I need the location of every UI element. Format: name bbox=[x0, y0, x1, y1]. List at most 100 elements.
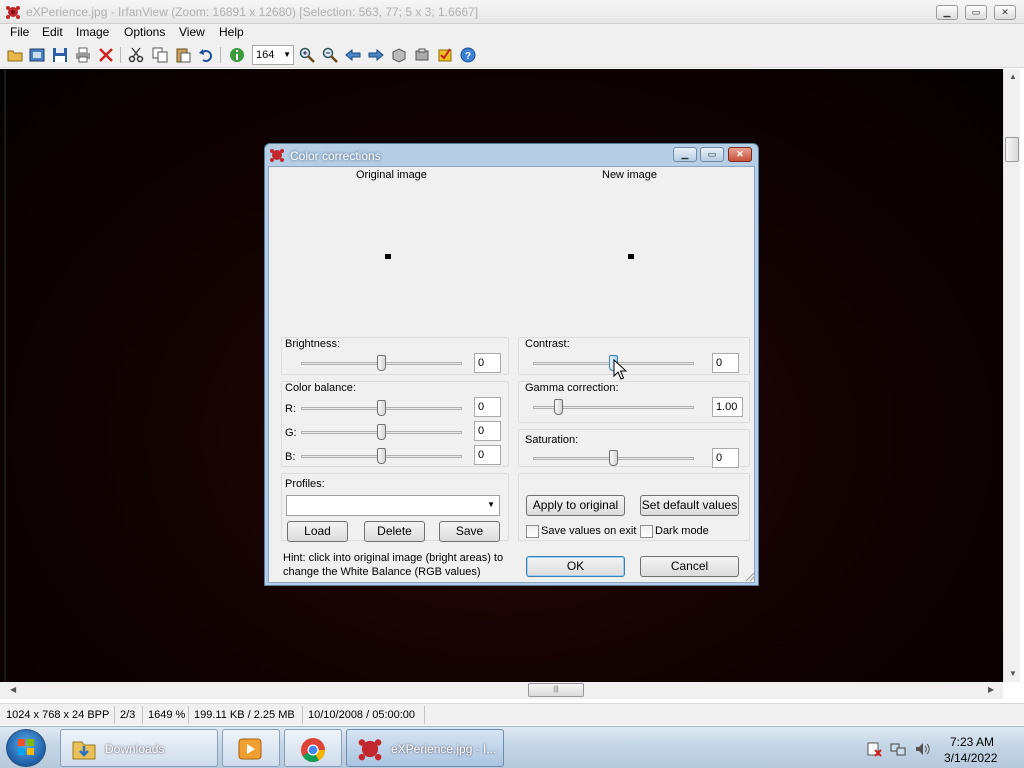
previous-icon[interactable] bbox=[343, 45, 363, 65]
paint-icon[interactable] bbox=[435, 45, 455, 65]
copy-icon[interactable] bbox=[150, 45, 170, 65]
set-default-values-button[interactable]: Set default values bbox=[640, 495, 739, 516]
taskbar-item-chrome[interactable] bbox=[284, 729, 342, 767]
red-slider-thumb[interactable] bbox=[377, 400, 386, 416]
green-label: G: bbox=[285, 427, 297, 439]
red-value[interactable]: 0 bbox=[474, 397, 501, 417]
taskbar-item-media-player[interactable] bbox=[222, 729, 280, 767]
blue-value[interactable]: 0 bbox=[474, 445, 501, 465]
minimize-button[interactable]: ▁ bbox=[936, 5, 958, 20]
chevron-down-icon: ▼ bbox=[487, 500, 495, 509]
start-button[interactable] bbox=[6, 729, 46, 767]
dark-mode-checkbox[interactable] bbox=[640, 525, 653, 538]
brightness-label: Brightness: bbox=[285, 338, 341, 350]
zoom-select[interactable]: 164 ▼ bbox=[252, 45, 294, 65]
dialog-close-button[interactable]: ✕ bbox=[728, 147, 752, 162]
cancel-button[interactable]: Cancel bbox=[640, 556, 739, 577]
print-icon[interactable] bbox=[73, 45, 93, 65]
menu-bar: File Edit Image Options View Help bbox=[0, 24, 1024, 42]
saturation-value[interactable]: 0 bbox=[712, 448, 739, 468]
chevron-down-icon: ▼ bbox=[283, 50, 291, 59]
taskbar-item-label: Downloads bbox=[105, 742, 165, 756]
ok-button[interactable]: OK bbox=[526, 556, 625, 577]
brightness-value[interactable]: 0 bbox=[474, 353, 501, 373]
undo-icon[interactable] bbox=[196, 45, 216, 65]
dialog-title: Color corrections bbox=[290, 149, 381, 163]
dialog-minimize-button[interactable]: ▁ bbox=[673, 147, 697, 162]
green-slider-thumb[interactable] bbox=[377, 424, 386, 440]
thumbnails-icon[interactable] bbox=[389, 45, 409, 65]
next-icon[interactable] bbox=[366, 45, 386, 65]
save-values-on-exit-checkbox[interactable] bbox=[526, 525, 539, 538]
paste-icon[interactable] bbox=[173, 45, 193, 65]
network-icon[interactable] bbox=[890, 741, 906, 757]
windows-logo-icon bbox=[18, 739, 34, 755]
system-tray bbox=[860, 727, 1024, 768]
contrast-value[interactable]: 0 bbox=[712, 353, 739, 373]
cut-icon[interactable] bbox=[126, 45, 146, 65]
info-icon[interactable] bbox=[227, 45, 247, 65]
menu-help[interactable]: Help bbox=[219, 25, 244, 39]
maximize-button[interactable]: ▭ bbox=[965, 5, 987, 20]
save-icon[interactable] bbox=[50, 45, 70, 65]
clock-date[interactable]: 3/14/2022 bbox=[944, 751, 997, 765]
dialog-titlebar[interactable]: Color corrections ▁ ▭ ✕ bbox=[265, 144, 758, 166]
window-title: eXPerience.jpg - IrfanView (Zoom: 16891 … bbox=[26, 5, 479, 19]
vertical-scroll-thumb[interactable] bbox=[1005, 137, 1019, 162]
vertical-scrollbar[interactable]: ▲ ▼ bbox=[1003, 69, 1020, 682]
scan-icon[interactable] bbox=[412, 45, 432, 65]
clock-time[interactable]: 7:23 AM bbox=[950, 735, 994, 749]
delete-icon[interactable] bbox=[96, 45, 116, 65]
color-corrections-dialog: Color corrections ▁ ▭ ✕ Original image N… bbox=[264, 143, 759, 586]
menu-file[interactable]: File bbox=[10, 25, 29, 39]
slideshow-icon[interactable] bbox=[27, 45, 47, 65]
menu-image[interactable]: Image bbox=[76, 25, 109, 39]
save-profile-button[interactable]: Save bbox=[439, 521, 500, 542]
volume-icon[interactable] bbox=[914, 741, 930, 757]
contrast-label: Contrast: bbox=[525, 338, 570, 350]
gamma-slider-thumb[interactable] bbox=[554, 399, 564, 415]
blue-slider-thumb[interactable] bbox=[377, 448, 386, 464]
blue-label: B: bbox=[285, 451, 296, 463]
menu-view[interactable]: View bbox=[179, 25, 205, 39]
brightness-slider-thumb[interactable] bbox=[377, 355, 386, 371]
dark-mode-label: Dark mode bbox=[655, 525, 709, 537]
saturation-slider-thumb[interactable] bbox=[609, 450, 618, 466]
svg-text:?: ? bbox=[465, 51, 471, 62]
profiles-dropdown[interactable]: ▼ bbox=[286, 495, 500, 516]
help-icon[interactable]: ? bbox=[458, 45, 478, 65]
save-values-on-exit-label: Save values on exit bbox=[541, 525, 637, 537]
load-profile-button[interactable]: Load bbox=[287, 521, 348, 542]
scroll-up-icon[interactable]: ▲ bbox=[1009, 72, 1017, 81]
close-button[interactable]: ✕ bbox=[994, 5, 1016, 20]
open-folder-icon[interactable] bbox=[5, 45, 25, 65]
canvas-edge bbox=[4, 69, 6, 682]
menu-options[interactable]: Options bbox=[124, 25, 165, 39]
dialog-maximize-button[interactable]: ▭ bbox=[700, 147, 724, 162]
scroll-left-icon[interactable]: ◀ bbox=[10, 685, 16, 694]
zoom-value: 164 bbox=[256, 49, 275, 61]
taskbar: Downloads eXPerience.jpg - I... 7:23 AM … bbox=[0, 726, 1024, 768]
menu-edit[interactable]: Edit bbox=[42, 25, 63, 39]
apply-to-original-button[interactable]: Apply to original bbox=[526, 495, 625, 516]
folder-icon bbox=[72, 741, 96, 760]
horizontal-scroll-thumb[interactable]: ||| bbox=[528, 683, 584, 697]
taskbar-item-irfanview[interactable]: eXPerience.jpg - I... bbox=[346, 729, 504, 767]
horizontal-scrollbar[interactable]: ◀ ||| ▶ bbox=[0, 682, 1003, 699]
gamma-value[interactable]: 1.00 bbox=[712, 397, 743, 417]
status-filesize: 199.11 KB / 2.25 MB bbox=[194, 709, 295, 721]
original-image-preview[interactable] bbox=[385, 254, 391, 259]
scroll-right-icon[interactable]: ▶ bbox=[988, 685, 994, 694]
delete-profile-button[interactable]: Delete bbox=[364, 521, 425, 542]
zoom-out-icon[interactable] bbox=[320, 45, 340, 65]
dialog-body: Original image New image Brightness: 0 C… bbox=[268, 166, 755, 583]
status-datetime: 10/10/2008 / 05:00:00 bbox=[308, 709, 416, 721]
resize-grip-icon[interactable] bbox=[744, 571, 755, 582]
zoom-in-icon[interactable] bbox=[297, 45, 317, 65]
green-value[interactable]: 0 bbox=[474, 421, 501, 441]
scroll-down-icon[interactable]: ▼ bbox=[1009, 669, 1017, 678]
action-center-icon[interactable] bbox=[866, 741, 882, 757]
status-zoom: 1649 % bbox=[148, 709, 186, 721]
taskbar-item-downloads[interactable]: Downloads bbox=[60, 729, 218, 767]
original-image-label: Original image bbox=[356, 169, 427, 181]
